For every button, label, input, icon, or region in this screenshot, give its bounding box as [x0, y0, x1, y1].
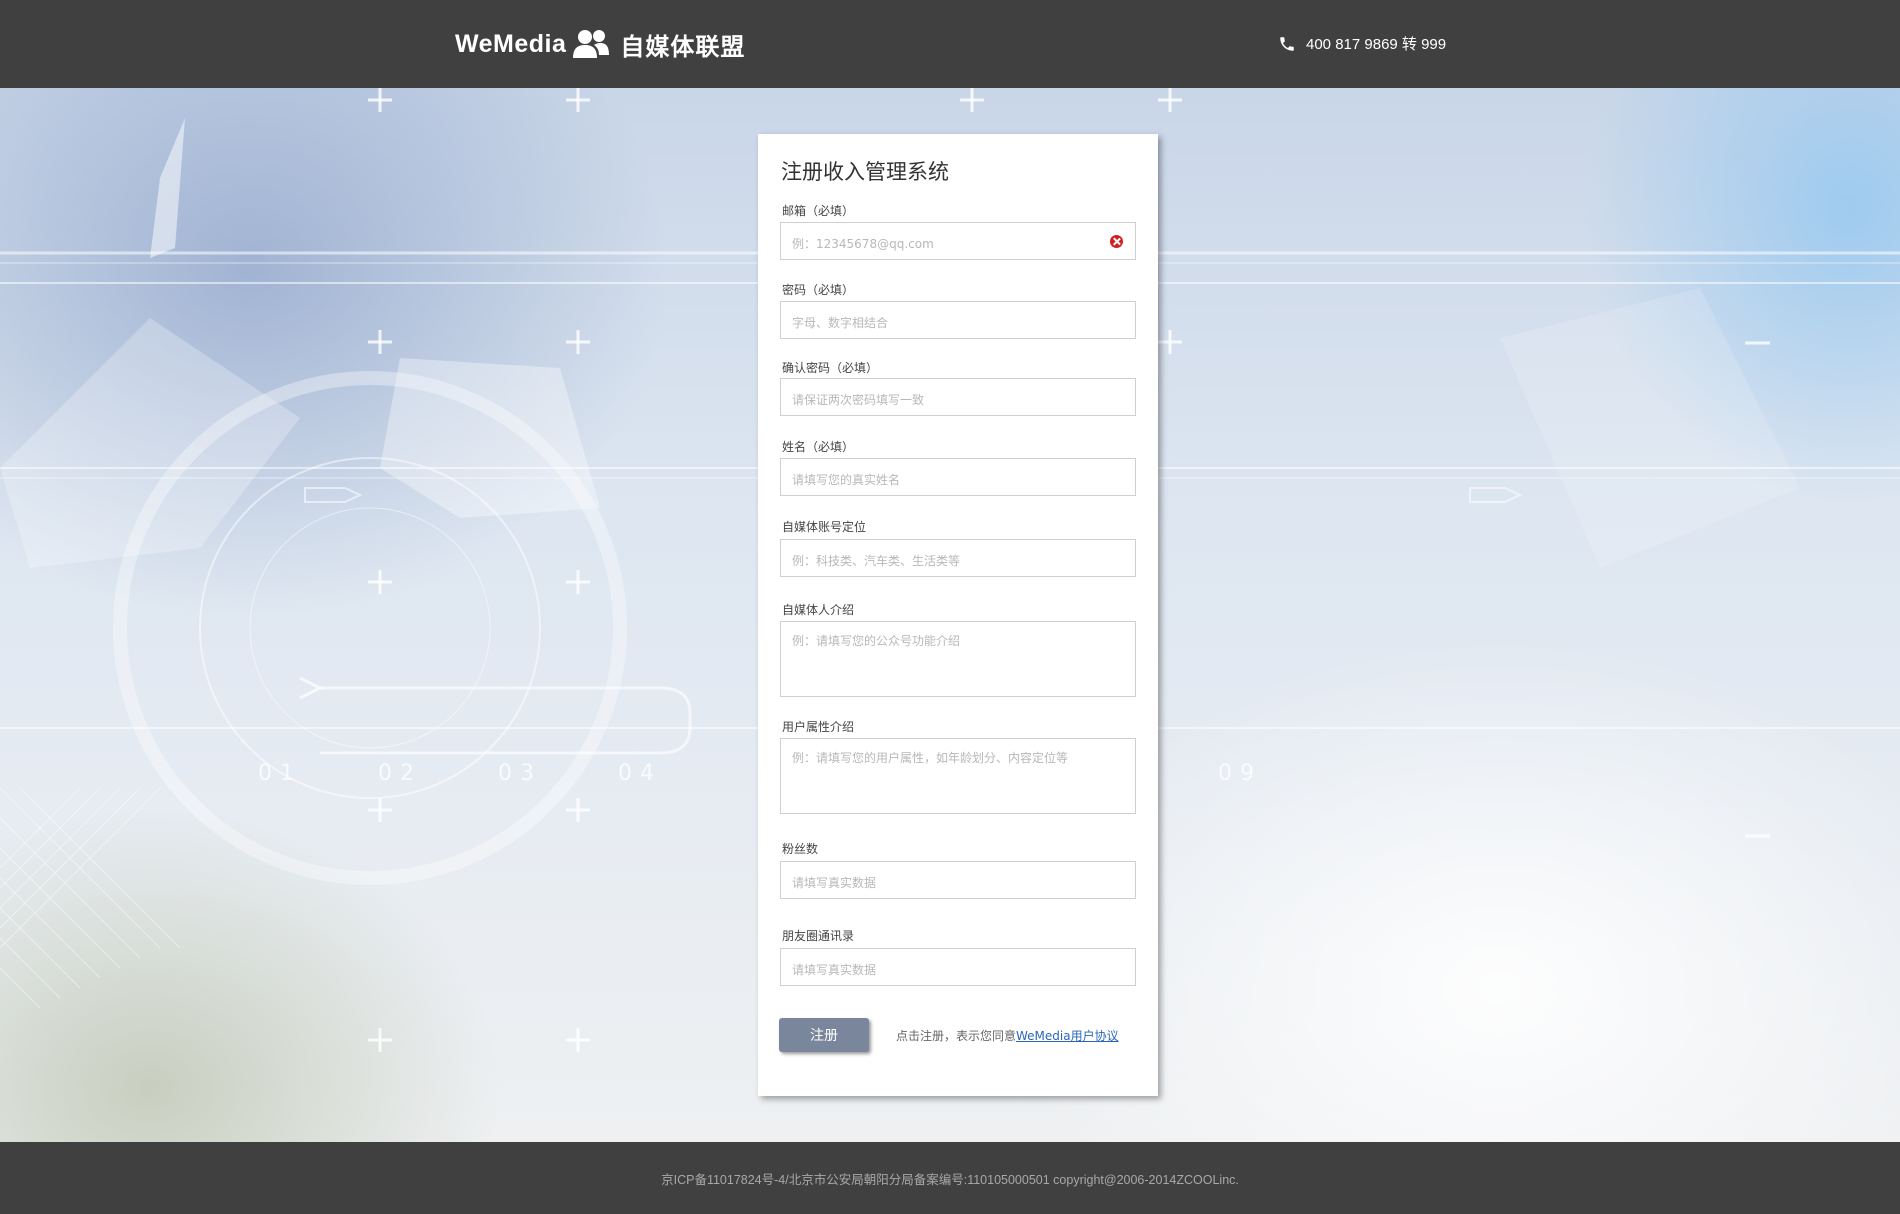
- phone-contact: 400 817 9869 转 999: [1278, 33, 1446, 54]
- svg-text:02: 02: [378, 761, 422, 786]
- name-placeholder: 请填写您的真实姓名: [792, 473, 901, 487]
- confirm-password-field[interactable]: 请保证两次密码填写一致: [780, 378, 1136, 416]
- moments-contacts-field[interactable]: 请填写真实数据: [780, 948, 1136, 986]
- user-agreement-link[interactable]: WeMedia用户协议: [1016, 1029, 1119, 1043]
- media-intro-label: 自媒体人介绍: [782, 603, 855, 617]
- agreement-prefix: 点击注册，表示您同意: [896, 1029, 1017, 1043]
- account-position-label: 自媒体账号定位: [782, 520, 867, 534]
- registration-form: 注册收入管理系统 邮箱（必填） 例：12345678@qq.com 密码（必填）…: [758, 134, 1158, 1096]
- top-header: WeMedia 自媒体联盟 400 817 9869 转 999: [0, 0, 1900, 88]
- svg-text:03: 03: [498, 761, 542, 786]
- page-footer: 京ICP备11017824号-4/北京市公安局朝阳分局备案编号:11010500…: [0, 1142, 1900, 1214]
- form-title: 注册收入管理系统: [781, 160, 949, 184]
- users-icon: [573, 30, 610, 58]
- password-placeholder: 字母、数字相结合: [792, 316, 889, 330]
- logo-text-en: WeMedia: [455, 29, 567, 58]
- svg-text:04: 04: [618, 761, 662, 786]
- followers-field[interactable]: 请填写真实数据: [780, 861, 1136, 899]
- site-logo[interactable]: WeMedia 自媒体联盟: [455, 26, 745, 62]
- confirm-password-placeholder: 请保证两次密码填写一致: [792, 393, 925, 407]
- svg-text:01: 01: [258, 761, 302, 786]
- media-intro-textarea[interactable]: 例：请填写您的公众号功能介绍: [780, 621, 1136, 697]
- agreement-text: 点击注册，表示您同意WeMedia用户协议: [896, 1027, 1119, 1044]
- logo-text-cn: 自媒体联盟: [620, 33, 746, 61]
- user-attributes-label: 用户属性介绍: [782, 720, 855, 734]
- email-placeholder: 例：12345678@qq.com: [792, 237, 934, 251]
- email-field[interactable]: 例：12345678@qq.com: [780, 222, 1136, 260]
- account-position-placeholder: 例：科技类、汽车类、生活类等: [792, 554, 961, 568]
- followers-placeholder: 请填写真实数据: [792, 876, 877, 890]
- error-icon: [1110, 235, 1123, 248]
- svg-text:09: 09: [1218, 761, 1262, 786]
- account-position-field[interactable]: 例：科技类、汽车类、生活类等: [780, 539, 1136, 577]
- email-label: 邮箱（必填）: [782, 204, 855, 218]
- moments-contacts-label: 朋友圈通讯录: [782, 929, 855, 943]
- password-field[interactable]: 字母、数字相结合: [780, 301, 1136, 339]
- footer-copyright: 京ICP备11017824号-4/北京市公安局朝阳分局备案编号:11010500…: [661, 1173, 1239, 1187]
- followers-label: 粉丝数: [782, 842, 819, 856]
- name-label: 姓名（必填）: [782, 440, 855, 454]
- confirm-password-label: 确认密码（必填）: [782, 361, 879, 375]
- phone-number: 400 817 9869 转 999: [1306, 36, 1447, 53]
- media-intro-placeholder: 例：请填写您的公众号功能介绍: [792, 634, 961, 648]
- password-label: 密码（必填）: [782, 283, 855, 297]
- user-attributes-textarea[interactable]: 例：请填写您的用户属性，如年龄划分、内容定位等: [780, 738, 1136, 814]
- phone-icon: [1280, 36, 1294, 51]
- moments-contacts-placeholder: 请填写真实数据: [792, 963, 877, 977]
- register-button[interactable]: 注册: [779, 1018, 869, 1052]
- name-field[interactable]: 请填写您的真实姓名: [780, 458, 1136, 496]
- user-attributes-placeholder: 例：请填写您的用户属性，如年龄划分、内容定位等: [792, 751, 1069, 765]
